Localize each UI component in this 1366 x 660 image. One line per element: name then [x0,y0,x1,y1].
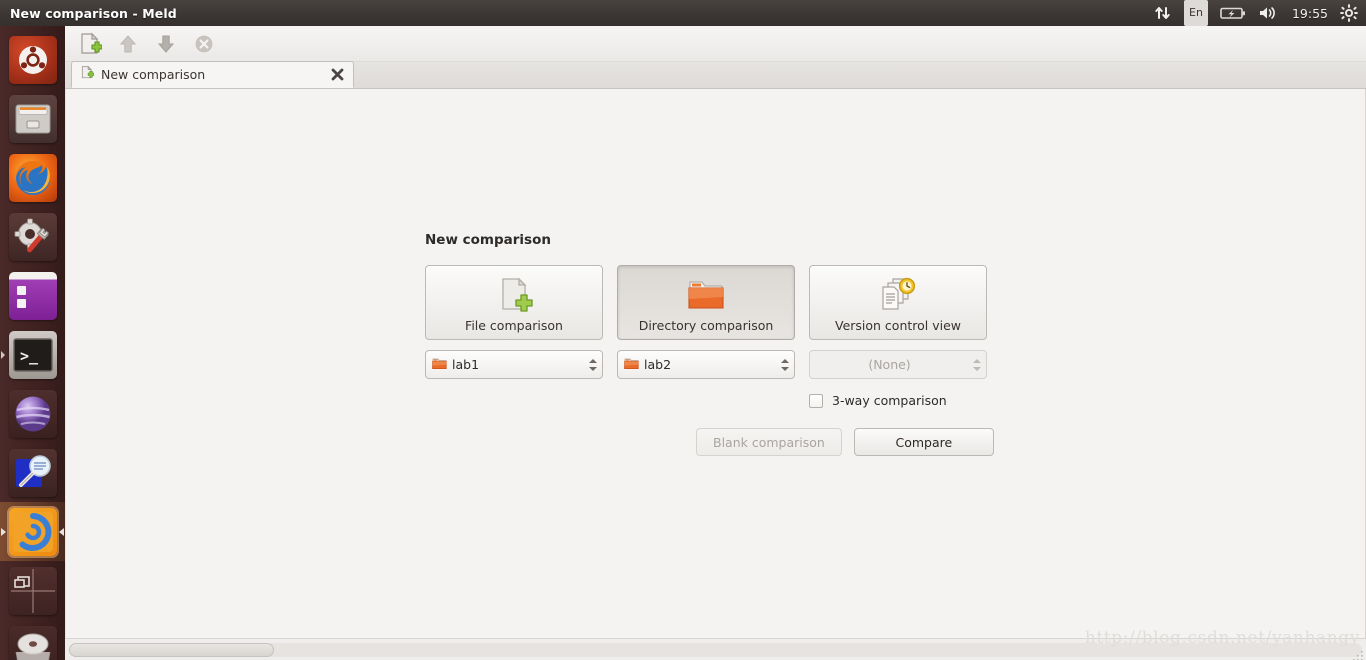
horizontal-scrollbar[interactable] [69,643,1362,657]
clock-indicator[interactable]: 19:55 [1292,0,1328,26]
chevron-up-icon [588,358,597,363]
chevron-up-icon [780,358,789,363]
search-tool-icon [8,448,57,497]
directory-comparison-label: Directory comparison [638,318,774,333]
firefox-icon [8,153,57,202]
directory-comparison-button[interactable]: Directory comparison [617,265,795,340]
keyboard-indicator[interactable]: En [1184,0,1208,26]
ubuntu-logo-icon [8,35,57,84]
launcher-item-text-search[interactable] [0,443,65,502]
three-way-label: 3-way comparison [832,393,947,408]
tab-new-comparison[interactable]: New comparison [71,61,354,88]
volume-icon[interactable] [1258,0,1280,26]
terminal-icon: >_ [8,330,57,379]
launcher-item-settings[interactable] [0,207,65,266]
battery-icon[interactable] [1220,0,1246,26]
path-combo-row: lab1 lab2 (None) [425,350,1005,379]
launcher-item-firefox[interactable] [0,148,65,207]
three-way-checkbox[interactable] [809,393,823,408]
three-way-comparison-row[interactable]: 3-way comparison [809,393,1005,408]
launcher-item-terminal[interactable]: >_ [0,325,65,384]
file-manager-icon [8,94,57,143]
meld-icon [8,507,57,556]
stop-button[interactable] [187,29,221,59]
svg-text:>_: >_ [20,347,39,365]
comparison-content-area: New comparison File comparison Directory… [65,89,1366,638]
launcher-item-workspace-switcher[interactable] [0,561,65,620]
new-comparison-button[interactable] [73,29,107,59]
next-change-button[interactable] [149,29,183,59]
launcher-item-disc[interactable] [0,620,65,660]
file-comparison-label: File comparison [465,318,563,333]
tab-strip: New comparison [65,61,1366,89]
system-settings-icon[interactable] [1340,0,1358,26]
third-path-combo: (None) [809,350,987,379]
panel-indicator-area: En 19:55 [1154,0,1366,26]
document-new-icon [80,65,95,84]
disc-burner-icon [8,625,57,660]
third-path-spinner [968,352,984,377]
chevron-down-icon [972,366,981,371]
unity-launcher: >_ [0,26,65,660]
resize-grip[interactable] [1352,647,1364,660]
file-comparison-button[interactable]: File comparison [425,265,603,340]
first-path-combo[interactable]: lab1 [425,350,603,379]
new-comparison-panel: New comparison File comparison Directory… [425,232,1005,456]
version-control-icon [876,275,920,315]
previous-change-button[interactable] [111,29,145,59]
launcher-item-amarok[interactable] [0,384,65,443]
first-path-value: lab1 [452,357,480,372]
tab-label: New comparison [101,67,206,82]
file-comparison-icon [494,275,534,315]
blank-comparison-button[interactable]: Blank comparison [696,428,842,456]
network-icon[interactable] [1154,0,1172,26]
launcher-item-files[interactable] [0,89,65,148]
unity-top-panel: New comparison - Meld En 19:55 [0,0,1366,26]
chevron-down-icon [588,366,597,371]
third-path-value: (None) [868,357,911,372]
folder-icon [683,275,729,315]
window-title: New comparison - Meld [10,5,177,21]
action-button-row: Blank comparison Compare [696,428,1005,456]
version-control-view-label: Version control view [834,318,962,333]
comparison-mode-row: File comparison Directory comparison Ver… [425,265,1005,340]
second-path-value: lab2 [644,357,672,372]
version-control-view-button[interactable]: Version control view [809,265,987,340]
scrollbar-thumb[interactable] [69,643,274,657]
second-path-spinner[interactable] [776,352,792,377]
launcher-item-dash[interactable] [0,30,65,89]
application-toolbar [65,26,1366,62]
software-center-icon [8,271,57,320]
folder-icon [432,355,447,374]
meld-application-window: New comparison New comparison File compa… [65,26,1366,660]
close-icon[interactable] [329,67,345,83]
desktop-screen: New comparison - Meld En 19:55 >_ New co… [0,0,1366,660]
launcher-item-meld[interactable] [0,502,65,561]
workspace-switcher-icon [8,566,57,615]
launcher-item-software-center[interactable] [0,266,65,325]
folder-icon [624,355,639,374]
second-path-combo[interactable]: lab2 [617,350,795,379]
chevron-down-icon [780,366,789,371]
first-path-spinner[interactable] [584,352,600,377]
chevron-up-icon [972,358,981,363]
compare-button[interactable]: Compare [853,428,994,456]
status-bar [65,638,1366,660]
planet-icon [8,389,57,438]
page-title: New comparison [425,232,551,248]
system-settings-launcher-icon [8,212,57,261]
